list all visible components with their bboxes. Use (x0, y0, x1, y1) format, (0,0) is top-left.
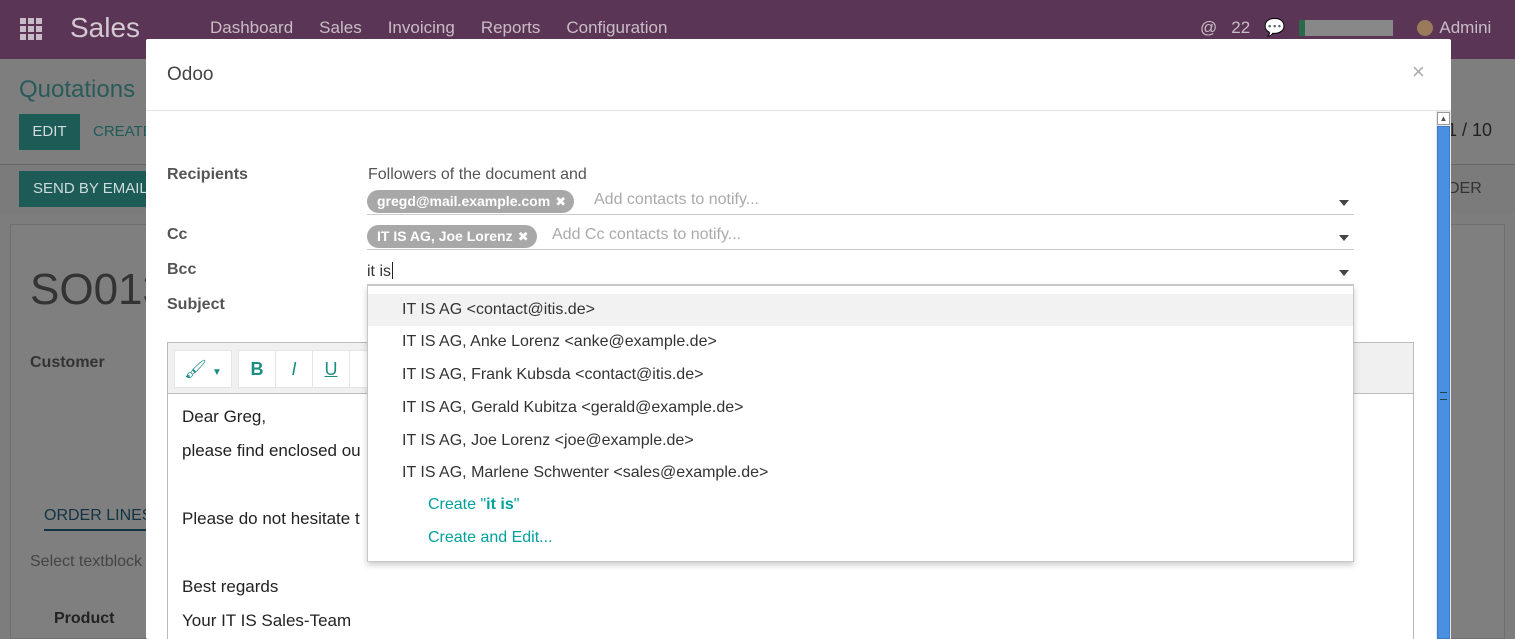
status-stage: DER (1448, 180, 1482, 197)
italic-button[interactable]: I (275, 350, 313, 388)
user-name[interactable]: Admini (1439, 18, 1491, 38)
apps-grid-icon[interactable] (20, 18, 42, 40)
message-count: 22 (1231, 18, 1251, 37)
scrollbar-thumb[interactable] (1437, 126, 1450, 639)
body-line (182, 473, 361, 507)
recipients-placeholder[interactable]: Add contacts to notify... (594, 191, 759, 209)
recipients-field[interactable]: gregd@mail.example.com ✖ Add contacts to… (367, 190, 1354, 215)
body-line: Please do not hesitate t (182, 509, 360, 528)
autocomplete-option[interactable]: IT IS AG, Anke Lorenz <anke@example.de> (368, 326, 1353, 358)
bold-button[interactable]: B (238, 350, 276, 388)
menu-configuration[interactable]: Configuration (566, 18, 667, 38)
remove-tag-icon[interactable]: ✖ (555, 190, 566, 213)
chevron-down-icon[interactable] (1339, 200, 1349, 206)
body-line: Dear Greg, (182, 407, 267, 426)
remove-tag-icon[interactable]: ✖ (518, 225, 529, 248)
menu-sales[interactable]: Sales (319, 18, 362, 38)
chat-icon[interactable]: 💬 (1264, 18, 1285, 38)
breadcrumb[interactable]: Quotations (19, 76, 135, 104)
dialog-header: Odoo × (146, 39, 1451, 111)
bcc-input[interactable]: it is (367, 262, 393, 281)
top-menu: Dashboard Sales Invoicing Reports Config… (210, 18, 667, 38)
cc-label: Cc (167, 226, 188, 243)
underline-button[interactable]: U (312, 350, 350, 388)
scroll-grip-icon (1440, 392, 1447, 400)
create-option-prefix: Create " (428, 496, 487, 513)
create-button[interactable]: CREATE (93, 123, 153, 140)
avatar[interactable] (1417, 20, 1434, 36)
autocomplete-option[interactable]: IT IS AG, Gerald Kubitza <gerald@example… (368, 392, 1353, 424)
create-and-edit-option[interactable]: Create and Edit... (428, 529, 553, 547)
tab-order-lines[interactable]: ORDER LINES (44, 507, 153, 531)
autocomplete-option[interactable]: IT IS AG, Joe Lorenz <joe@example.de> (368, 425, 1353, 457)
cc-tag: IT IS AG, Joe Lorenz ✖ (367, 225, 537, 248)
autocomplete-option[interactable]: IT IS AG <contact@itis.de> (368, 294, 1353, 326)
customer-label: Customer (30, 354, 105, 371)
bcc-input-value: it is (367, 263, 391, 280)
style-dropdown-button[interactable]: 🖌 ▼ (174, 350, 232, 388)
cc-placeholder[interactable]: Add Cc contacts to notify... (552, 226, 741, 244)
cc-tag-label: IT IS AG, Joe Lorenz (377, 228, 513, 244)
recipient-tag-label: gregd@mail.example.com (377, 193, 551, 209)
autocomplete-option[interactable]: IT IS AG, Marlene Schwenter <sales@examp… (368, 457, 1353, 489)
recipients-followers-text: Followers of the document and (368, 166, 587, 183)
send-by-email-button[interactable]: SEND BY EMAIL (19, 171, 154, 207)
pager: 1 / 10 (1447, 120, 1493, 140)
chevron-down-icon[interactable] (1339, 270, 1349, 276)
editor-content[interactable]: Dear Greg, please find enclosed ou Pleas… (182, 405, 361, 639)
autocomplete-option[interactable]: IT IS AG, Frank Kubsda <contact@itis.de> (368, 359, 1353, 391)
magic-wand-icon: 🖌 (184, 359, 207, 379)
create-option[interactable]: Create "it is" (428, 496, 519, 514)
at-icon[interactable]: @ (1200, 18, 1217, 38)
menu-dashboard[interactable]: Dashboard (210, 18, 293, 38)
edit-button[interactable]: EDIT (19, 114, 80, 150)
scroll-up-arrow-icon[interactable]: ▲ (1437, 112, 1450, 125)
create-option-suffix: " (513, 496, 520, 513)
systray: @ 22 💬 Admini (1200, 18, 1491, 38)
close-icon[interactable]: × (1412, 59, 1425, 85)
caret-down-icon: ▼ (211, 367, 222, 378)
recipient-tag: gregd@mail.example.com ✖ (367, 190, 575, 213)
bcc-label: Bcc (167, 261, 197, 278)
select-textblock-label: Select textblock (30, 553, 143, 570)
body-line (182, 541, 361, 575)
body-line: please find enclosed ou (182, 441, 361, 460)
recipients-label: Recipients (167, 166, 248, 183)
create-option-term: it is (486, 496, 514, 513)
cc-field[interactable]: IT IS AG, Joe Lorenz ✖ Add Cc contacts t… (367, 225, 1354, 250)
subject-label: Subject (167, 296, 225, 313)
dialog-title: Odoo (167, 64, 214, 85)
body-line: Best regards (182, 577, 279, 596)
progress-bar (1299, 20, 1394, 36)
menu-invoicing[interactable]: Invoicing (388, 18, 455, 38)
bcc-field[interactable]: it is (367, 260, 1354, 285)
body-line: Your IT IS Sales-Team (182, 611, 352, 630)
app-title: Sales (70, 12, 141, 43)
text-cursor (392, 262, 393, 279)
bcc-autocomplete-dropdown: IT IS AG <contact@itis.de> IT IS AG, Ank… (367, 285, 1354, 562)
product-column-header: Product (54, 610, 115, 627)
menu-reports[interactable]: Reports (481, 18, 541, 38)
chevron-down-icon[interactable] (1339, 235, 1349, 241)
